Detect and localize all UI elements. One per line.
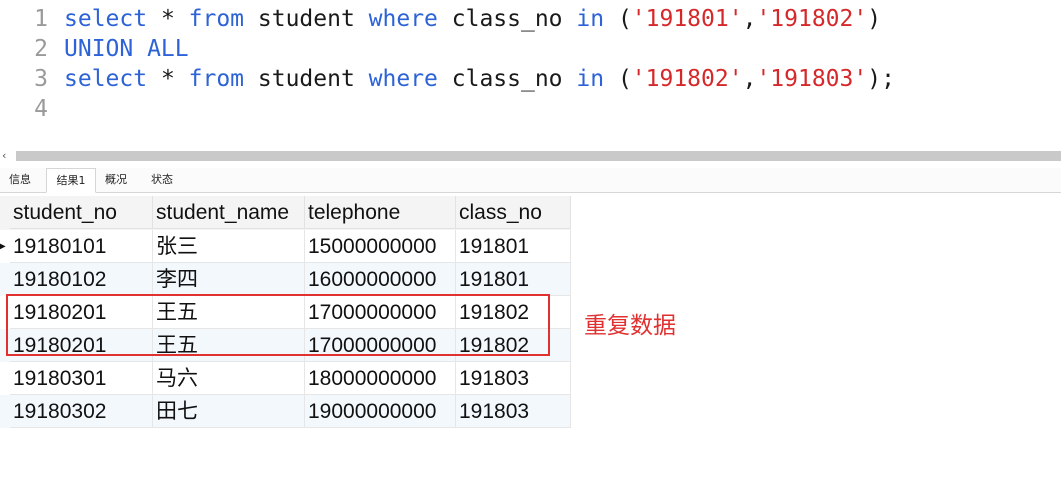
sql-keyword: select <box>64 6 148 32</box>
sql-keyword: from <box>188 66 245 92</box>
sql-text: ) <box>867 6 882 32</box>
cell-student-name[interactable]: 田七 <box>153 395 305 428</box>
sql-keyword: select <box>64 66 148 92</box>
sql-text: , <box>742 66 757 92</box>
tab-info[interactable]: 信息 <box>2 168 38 191</box>
sql-text: ); <box>867 66 895 92</box>
tab-result1[interactable]: 结果1 <box>46 168 96 193</box>
sql-string: '191803' <box>756 66 868 92</box>
cell-student-no[interactable]: 19180101 <box>10 230 153 263</box>
sql-keyword: in <box>576 66 605 92</box>
column-header-class-no[interactable]: class_no <box>456 196 571 229</box>
cell-class-no[interactable]: 191803 <box>456 362 571 395</box>
column-header-student-no[interactable]: student_no <box>10 196 153 229</box>
sql-keyword: where <box>368 6 438 32</box>
cell-student-no[interactable]: 19180102 <box>10 263 153 296</box>
sql-text: , <box>742 6 757 32</box>
code-line[interactable]: 1 select * from student where class_no in… <box>0 4 881 34</box>
sql-text: class_no <box>437 6 577 32</box>
column-header-telephone[interactable]: telephone <box>305 196 456 229</box>
table-row[interactable]: ▶ 19180101 张三 15000000000 191801 <box>0 230 571 263</box>
line-number: 3 <box>34 66 48 92</box>
cell-telephone[interactable]: 18000000000 <box>305 362 456 395</box>
cell-student-name[interactable]: 张三 <box>153 230 305 263</box>
sql-keyword: in <box>576 6 605 32</box>
cell-student-name[interactable]: 李四 <box>153 263 305 296</box>
table-row[interactable]: 19180102 李四 16000000000 191801 <box>0 263 571 296</box>
scroll-left-icon[interactable]: ‹ <box>2 148 14 164</box>
sql-text: * <box>147 66 189 92</box>
sql-text: * <box>147 6 189 32</box>
column-header-student-name[interactable]: student_name <box>153 196 305 229</box>
grid-header: student_no student_name telephone class_… <box>0 196 571 230</box>
sql-text: class_no <box>437 66 577 92</box>
cell-class-no[interactable]: 191801 <box>456 230 571 263</box>
sql-text: student <box>244 66 369 92</box>
code-line[interactable]: 2 UNION ALL <box>0 34 189 64</box>
sql-keyword: where <box>368 66 438 92</box>
cell-student-name[interactable]: 马六 <box>153 362 305 395</box>
cell-class-no[interactable]: 191803 <box>456 395 571 428</box>
sql-string: '191801' <box>631 6 743 32</box>
sql-text: ( <box>604 66 632 92</box>
code-line[interactable]: 4 <box>0 94 64 124</box>
sql-text: ( <box>604 6 632 32</box>
sql-keyword: from <box>188 6 245 32</box>
tab-overview[interactable]: 概况 <box>96 168 136 191</box>
duplicate-data-annotation: 重复数据 <box>584 312 676 338</box>
result-tabs: 信息 结果1 概况 状态 <box>0 168 1061 193</box>
table-row[interactable]: 19180302 田七 19000000000 191803 <box>0 395 571 428</box>
cell-telephone[interactable]: 15000000000 <box>305 230 456 263</box>
sql-editor[interactable]: 1 select * from student where class_no in… <box>0 0 1061 145</box>
duplicate-rows-highlight <box>6 294 550 356</box>
sql-string: '191802' <box>756 6 868 32</box>
sql-keyword: UNION ALL <box>64 36 189 62</box>
line-number: 4 <box>34 96 48 122</box>
cell-student-no[interactable]: 19180302 <box>10 395 153 428</box>
cell-telephone[interactable]: 19000000000 <box>305 395 456 428</box>
scrollbar-thumb[interactable] <box>16 151 1061 161</box>
code-line[interactable]: 3 select * from student where class_no in… <box>0 64 895 94</box>
line-number: 1 <box>34 6 48 32</box>
sql-string: '191802' <box>631 66 743 92</box>
cell-student-no[interactable]: 19180301 <box>10 362 153 395</box>
sql-text: student <box>244 6 369 32</box>
line-number: 2 <box>34 36 48 62</box>
current-row-marker-icon: ▶ <box>0 241 6 252</box>
cell-telephone[interactable]: 16000000000 <box>305 263 456 296</box>
tab-status[interactable]: 状态 <box>142 168 182 191</box>
horizontal-scrollbar[interactable]: ‹ <box>0 148 1061 164</box>
table-row[interactable]: 19180301 马六 18000000000 191803 <box>0 362 571 395</box>
cell-class-no[interactable]: 191801 <box>456 263 571 296</box>
